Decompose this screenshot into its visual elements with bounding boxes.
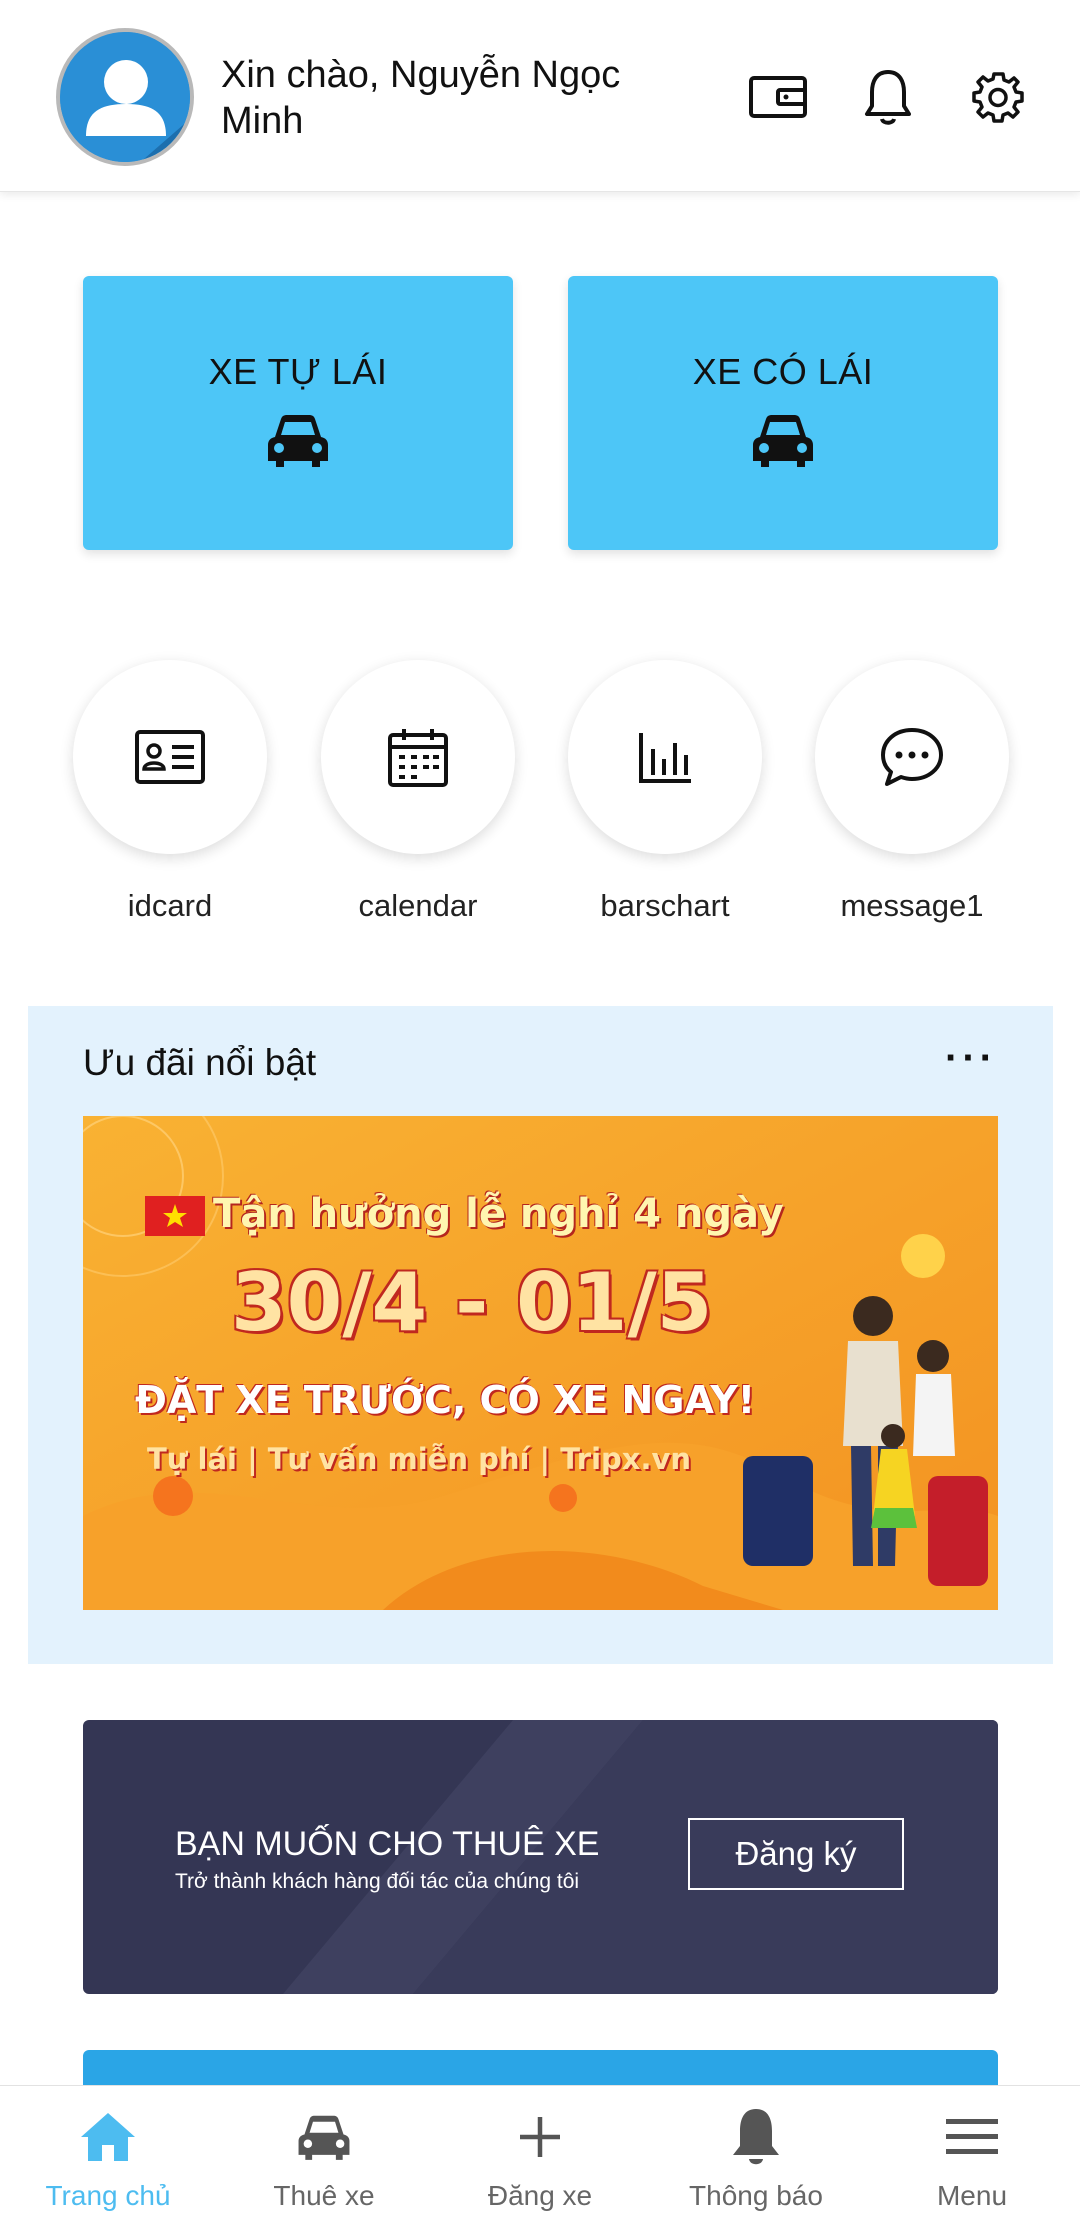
quick-action-idcard[interactable]: idcard xyxy=(73,660,267,924)
nav-menu[interactable]: Menu xyxy=(864,2086,1080,2220)
plus-icon xyxy=(520,2117,560,2157)
quick-action-circle[interactable] xyxy=(815,660,1009,854)
home-icon xyxy=(81,2113,135,2161)
banner-footer: Tự lái | Tư vấn miễn phí | Tripx.vn xyxy=(147,1442,692,1476)
nav-home-label: Trang chủ xyxy=(45,2180,171,2211)
partner-signup-card: BẠN MUỐN CHO THUÊ XE Trở thành khách hàn… xyxy=(83,1720,998,1994)
barchart-icon xyxy=(639,733,691,783)
car-icon xyxy=(268,415,328,467)
nav-post-car-label: Đăng xe xyxy=(487,2180,593,2211)
promo-section: Ưu đãi nổi bật ··· Tận hưởng lễ nghỉ 4 n… xyxy=(28,1006,1053,1664)
gear-icon xyxy=(972,72,1024,123)
quick-action-circle[interactable] xyxy=(73,660,267,854)
notifications-button[interactable] xyxy=(853,62,923,132)
register-button[interactable]: Đăng ký xyxy=(688,1818,904,1890)
quick-action-calendar[interactable]: calendar xyxy=(321,660,515,924)
message-icon xyxy=(881,728,943,786)
idcard-icon xyxy=(135,730,205,784)
banner-tagline: ĐẶT XE TRƯỚC, CÓ XE NGAY! xyxy=(135,1378,756,1422)
with-driver-label: XE CÓ LÁI xyxy=(692,351,874,392)
nav-notifications-label: Thông báo xyxy=(689,2180,823,2211)
nav-post-car[interactable]: Đăng xe xyxy=(432,2086,648,2220)
partner-title: BẠN MUỐN CHO THUÊ XE xyxy=(175,1825,600,1863)
quick-action-label: calendar xyxy=(358,888,478,923)
nav-home[interactable]: Trang chủ xyxy=(0,2086,216,2220)
nav-rent-car-label: Thuê xe xyxy=(273,2180,375,2211)
bell-icon xyxy=(865,70,911,125)
quick-action-message[interactable]: message1 xyxy=(815,660,1009,924)
quick-action-label: barschart xyxy=(600,888,730,923)
bell-icon xyxy=(733,2109,779,2165)
quick-action-label: idcard xyxy=(127,888,213,923)
banner-text: Tận hưởng lễ nghỉ 4 ngày 30/4 - 01/5 ĐẶT… xyxy=(83,1116,998,1610)
self-drive-label: XE TỰ LÁI xyxy=(208,351,388,392)
quick-action-barchart[interactable]: barschart xyxy=(568,660,762,924)
settings-button[interactable] xyxy=(963,62,1033,132)
greeting-text: Xin chào, Nguyễn Ngọc Minh xyxy=(221,54,621,142)
app-header: Xin chào, Nguyễn Ngọc Minh xyxy=(0,0,1080,192)
banner-dates: 30/4 - 01/5 xyxy=(231,1256,713,1349)
with-driver-card[interactable]: XE CÓ LÁI xyxy=(568,276,998,550)
wallet-button[interactable] xyxy=(743,62,813,132)
car-icon xyxy=(753,415,813,467)
promo-banner[interactable]: Tận hưởng lễ nghỉ 4 ngày 30/4 - 01/5 ĐẶT… xyxy=(83,1116,998,1610)
more-options-icon[interactable]: ··· xyxy=(945,1036,997,1081)
user-avatar-icon xyxy=(60,32,190,162)
car-icon xyxy=(298,2115,350,2160)
calendar-icon xyxy=(388,729,448,787)
banner-headline: Tận hưởng lễ nghỉ 4 ngày xyxy=(213,1191,784,1237)
self-drive-card[interactable]: XE TỰ LÁI xyxy=(83,276,513,550)
quick-action-circle[interactable] xyxy=(321,660,515,854)
quick-action-circle[interactable] xyxy=(568,660,762,854)
menu-icon xyxy=(946,2119,998,2154)
nav-menu-label: Menu xyxy=(936,2180,1008,2211)
partner-subtitle: Trở thành khách hàng đối tác của chúng t… xyxy=(175,1870,580,1893)
quick-action-label: message1 xyxy=(840,888,984,923)
avatar[interactable] xyxy=(56,28,194,166)
bottom-navigation: Trang chủ Thuê xe Đăng xe Thông báo Menu xyxy=(0,2085,1080,2220)
nav-rent-car[interactable]: Thuê xe xyxy=(216,2086,432,2220)
promo-title: Ưu đãi nổi bật xyxy=(83,1042,317,1083)
wallet-icon xyxy=(749,76,807,118)
nav-notifications[interactable]: Thông báo xyxy=(648,2086,864,2220)
